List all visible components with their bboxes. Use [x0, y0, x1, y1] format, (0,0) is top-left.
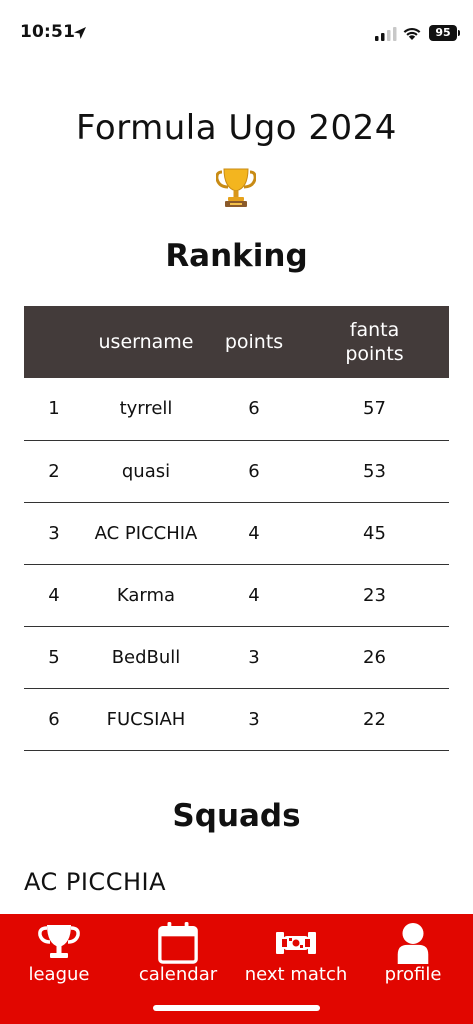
row-username: quasi: [84, 440, 208, 503]
row-fanta-points: 22: [300, 688, 449, 751]
row-points: 3: [208, 626, 300, 689]
status-time: 10:51: [20, 22, 76, 42]
trophy-emoji-icon: [216, 168, 256, 207]
table-row: 2 quasi 6 53: [24, 440, 449, 503]
row-points: 6: [208, 440, 300, 503]
row-position: 2: [24, 440, 84, 503]
row-position: 6: [24, 688, 84, 751]
row-fanta-points: 45: [300, 502, 449, 565]
row-username: BedBull: [84, 626, 208, 689]
squad-name: AC PICCHIA: [24, 868, 166, 896]
nav-label-league: league: [28, 964, 90, 985]
header-username: username: [98, 331, 194, 353]
row-username: Karma: [84, 564, 208, 627]
row-username: FUCSIAH: [84, 688, 208, 751]
row-position: 5: [24, 626, 84, 689]
row-fanta-points: 53: [300, 440, 449, 503]
user-icon: [397, 922, 429, 964]
wifi-icon: [403, 27, 421, 40]
row-points: 3: [208, 688, 300, 751]
row-fanta-points: 26: [300, 626, 449, 689]
header-position: [24, 306, 84, 378]
location-arrow-icon: [74, 27, 86, 39]
cellular-signal-icon: [375, 27, 397, 41]
ranking-header-row: username points fanta points: [24, 306, 449, 378]
nav-item-profile[interactable]: profile: [364, 914, 462, 994]
battery-indicator: 95: [429, 25, 460, 41]
table-row: 4 Karma 4 23: [24, 564, 449, 627]
header-fanta-points: fanta points: [345, 319, 404, 365]
row-username: AC PICCHIA: [84, 502, 208, 565]
squads-title: Squads: [172, 798, 301, 834]
row-points: 4: [208, 502, 300, 565]
row-points: 6: [208, 378, 300, 441]
table-row: 3 AC PICCHIA 4 45: [24, 502, 449, 565]
row-points: 4: [208, 564, 300, 627]
row-position: 3: [24, 502, 84, 565]
nav-label-profile: profile: [384, 964, 442, 985]
calendar-icon: [158, 922, 198, 964]
row-position: 4: [24, 564, 84, 627]
table-row: 5 BedBull 3 26: [24, 626, 449, 689]
table-row: 1 tyrrell 6 57: [24, 378, 449, 441]
nav-label-next-match: next match: [244, 964, 348, 985]
race-car-icon: [276, 932, 316, 954]
status-bar: 10:51 95: [0, 0, 473, 62]
page-title: Formula Ugo 2024: [76, 108, 397, 148]
ranking-title: Ranking: [165, 238, 308, 274]
ranking-table: username points fanta points 1 tyrrell 6…: [24, 306, 449, 751]
row-fanta-points: 23: [300, 564, 449, 627]
row-position: 1: [24, 378, 84, 441]
table-row: 6 FUCSIAH 3 22: [24, 688, 449, 751]
home-indicator[interactable]: [153, 1005, 320, 1011]
nav-label-calendar: calendar: [138, 964, 218, 985]
row-username: tyrrell: [84, 378, 208, 441]
nav-item-league[interactable]: league: [10, 914, 108, 994]
nav-item-calendar[interactable]: calendar: [128, 914, 228, 994]
nav-item-next-match[interactable]: next match: [236, 914, 356, 994]
trophy-icon: [38, 925, 80, 958]
header-points: points: [224, 331, 284, 353]
row-fanta-points: 57: [300, 378, 449, 441]
